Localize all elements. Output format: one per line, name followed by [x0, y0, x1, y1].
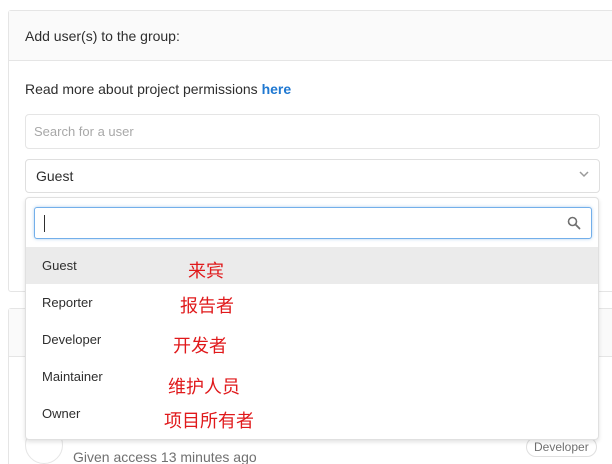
dropdown-search-input[interactable] [34, 207, 592, 239]
annotation-owner: 项目所有者 [164, 411, 254, 432]
role-select-value: Guest [36, 168, 74, 184]
role-dropdown-menu: Guest Reporter Developer Maintainer Owne… [25, 197, 599, 440]
text-cursor [44, 215, 45, 232]
role-option-label: Owner [42, 406, 81, 421]
role-option-label: Guest [42, 258, 77, 273]
annotation-developer: 开发者 [173, 336, 227, 357]
role-option-guest[interactable]: Guest [26, 247, 598, 284]
chevron-down-icon [579, 171, 589, 178]
annotation-guest: 来宾 [188, 261, 224, 282]
role-options-list: Guest Reporter Developer Maintainer Owne… [26, 247, 598, 432]
role-option-reporter[interactable]: Reporter [26, 284, 598, 321]
permissions-text: Read more about project permissions here [25, 81, 291, 97]
user-search-input[interactable] [25, 114, 600, 149]
panel-title: Add user(s) to the group: [9, 11, 612, 61]
role-option-label: Maintainer [42, 369, 103, 384]
annotation-reporter: 报告者 [180, 296, 234, 317]
annotation-maintainer: 维护人员 [168, 377, 240, 398]
search-icon [567, 216, 581, 230]
permissions-link[interactable]: here [262, 81, 292, 97]
role-option-label: Reporter [42, 295, 93, 310]
role-option-maintainer[interactable]: Maintainer [26, 358, 598, 395]
member-access-time: Given access 13 minutes ago [73, 449, 257, 464]
role-select[interactable]: Guest [25, 159, 600, 193]
role-option-owner[interactable]: Owner [26, 395, 598, 432]
member-role-badge[interactable]: Developer [526, 437, 597, 457]
permissions-label: Read more about project permissions [25, 81, 262, 97]
role-option-label: Developer [42, 332, 102, 347]
role-option-developer[interactable]: Developer [26, 321, 598, 358]
